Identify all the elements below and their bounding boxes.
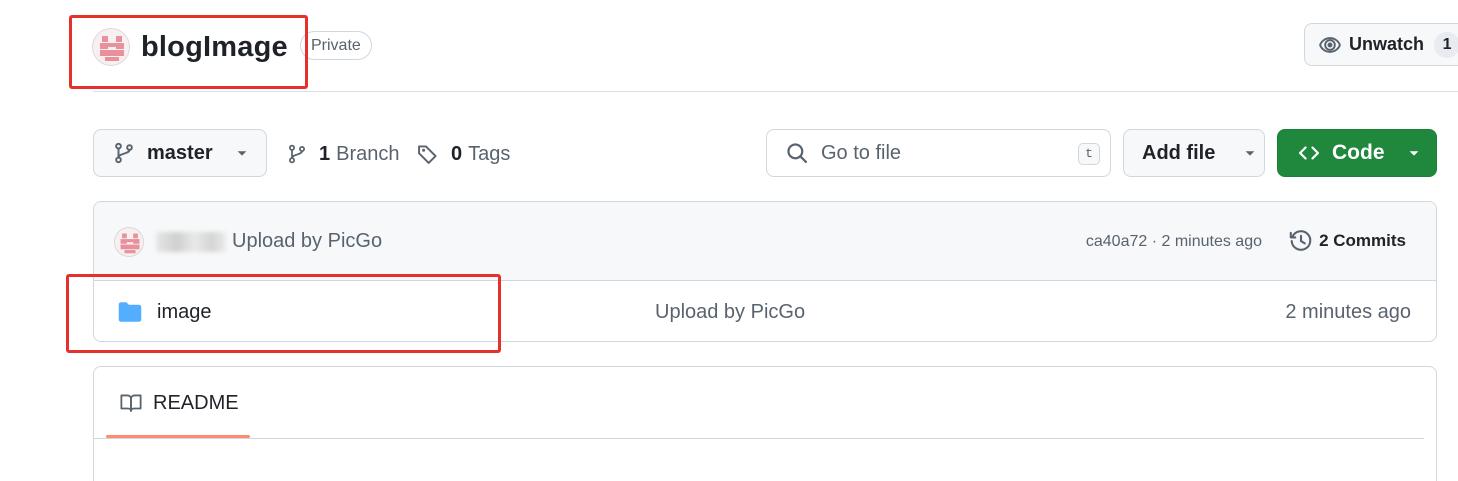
code-button[interactable]: Code bbox=[1277, 129, 1437, 177]
repo-avatar[interactable] bbox=[92, 28, 130, 66]
branches-label: Branch bbox=[336, 142, 400, 165]
watchers-count: 1 bbox=[1434, 31, 1458, 58]
tags-link[interactable]: 0 Tags bbox=[417, 141, 510, 167]
readme-panel: README bbox=[93, 366, 1437, 481]
add-file-button[interactable]: Add file bbox=[1123, 129, 1265, 177]
tags-count: 0 bbox=[451, 142, 463, 165]
folder-icon bbox=[118, 302, 142, 322]
latest-commit-bar: Upload by PicGo ca40a72 · 2 minutes ago … bbox=[94, 202, 1436, 281]
history-icon bbox=[1289, 230, 1312, 251]
code-icon bbox=[1298, 146, 1320, 160]
unwatch-label: Unwatch bbox=[1349, 34, 1425, 54]
commits-label: 2 Commits bbox=[1319, 231, 1406, 250]
search-icon bbox=[787, 143, 808, 164]
eye-icon bbox=[1319, 36, 1341, 53]
code-label: Code bbox=[1332, 141, 1385, 164]
tag-icon bbox=[418, 145, 437, 164]
git-branch-icon bbox=[288, 144, 306, 164]
branches-count: 1 bbox=[319, 142, 331, 165]
visibility-badge: Private bbox=[300, 31, 372, 60]
add-file-label: Add file bbox=[1142, 141, 1216, 164]
repo-title[interactable]: blogImage bbox=[141, 28, 288, 66]
caret-down-icon bbox=[237, 151, 246, 156]
tags-label: Tags bbox=[468, 142, 511, 165]
unwatch-button[interactable]: Unwatch 1 bbox=[1304, 23, 1458, 66]
readme-divider bbox=[94, 438, 1424, 439]
repo-page: blogImage Private Unwatch 1 master 1 Bra… bbox=[0, 0, 1458, 481]
author-name-blurred bbox=[156, 232, 226, 252]
file-age: 2 minutes ago bbox=[1285, 301, 1411, 323]
header-divider bbox=[93, 91, 1458, 92]
shortcut-key-hint: t bbox=[1078, 143, 1100, 165]
caret-down-icon bbox=[1409, 151, 1418, 156]
commit-hash-and-time[interactable]: ca40a72 · 2 minutes ago bbox=[1086, 233, 1262, 251]
tab-readme[interactable]: README bbox=[106, 367, 250, 439]
branch-selector-button[interactable]: master bbox=[93, 129, 267, 177]
file-name-link[interactable]: image bbox=[157, 301, 211, 324]
git-branch-icon bbox=[115, 142, 133, 164]
branch-name: master bbox=[147, 141, 213, 164]
author-avatar[interactable] bbox=[114, 227, 144, 257]
file-commit-message[interactable]: Upload by PicGo bbox=[655, 301, 805, 324]
identicon-icon bbox=[100, 36, 124, 61]
go-to-file-input[interactable] bbox=[821, 141, 1061, 165]
latest-commit-message[interactable]: Upload by PicGo bbox=[232, 230, 382, 253]
commits-history-link[interactable]: 2 Commits bbox=[1289, 228, 1406, 254]
file-row[interactable]: image Upload by PicGo 2 minutes ago bbox=[94, 281, 1436, 341]
branches-link[interactable]: 1 Branch bbox=[287, 141, 400, 167]
readme-tab-label: README bbox=[153, 391, 239, 414]
caret-down-icon bbox=[1245, 151, 1255, 156]
book-icon bbox=[120, 394, 142, 412]
go-to-file-search[interactable]: t bbox=[766, 129, 1111, 177]
file-table: Upload by PicGo ca40a72 · 2 minutes ago … bbox=[93, 201, 1437, 342]
identicon-icon bbox=[120, 233, 140, 254]
